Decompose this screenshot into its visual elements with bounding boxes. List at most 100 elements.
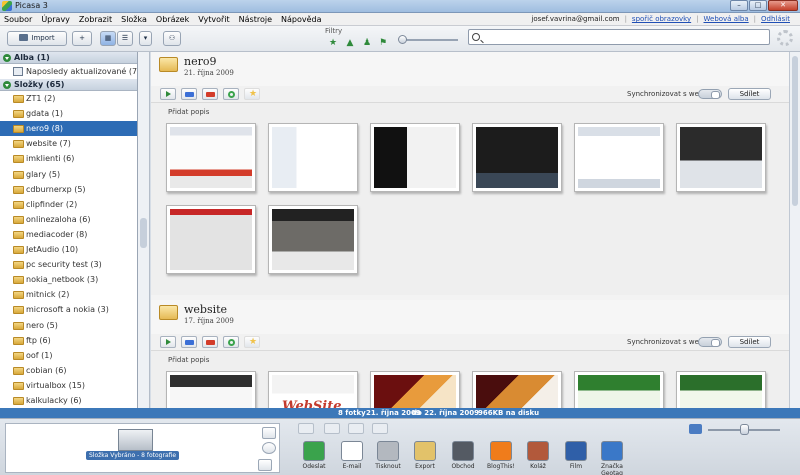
photo-thumbnail[interactable] (370, 123, 460, 192)
import-button[interactable]: Import (7, 31, 67, 46)
tray-tool-8[interactable]: Film (559, 441, 593, 470)
tray-tool-1[interactable]: Odeslat (297, 441, 331, 470)
photo-thumbnail[interactable] (166, 123, 256, 192)
rotate-ccw-button[interactable] (324, 423, 340, 434)
sidebar-album-item[interactable]: Naposledy aktualizované (7) (0, 64, 137, 79)
slideshow-button[interactable] (160, 336, 176, 348)
menu-zobrazit[interactable]: Zobrazit (79, 15, 112, 24)
rotate-left-button[interactable] (298, 423, 314, 434)
sidebar-folder-item[interactable]: mitnick (2) (0, 287, 137, 302)
filter-date-slider-track[interactable] (403, 39, 458, 41)
tray-tool-9[interactable]: Značka Geotag (595, 441, 629, 475)
sync-button[interactable] (223, 88, 239, 100)
tray-tool-2[interactable]: E-mail (335, 441, 369, 470)
photo-thumbnail[interactable] (574, 371, 664, 408)
sidebar-folder-item[interactable]: nero (5) (0, 318, 137, 333)
filter-date-slider-handle[interactable] (398, 35, 407, 44)
sidebar-folder-item[interactable]: JetAudio (10) (0, 242, 137, 257)
albums-section-header[interactable]: Alba (1) (0, 52, 137, 64)
star-button[interactable] (372, 423, 388, 434)
sidebar-folder-item[interactable]: imklienti (6) (0, 151, 137, 166)
sidebar-scrollbar-thumb[interactable] (140, 218, 147, 248)
sync-toggle[interactable] (698, 337, 722, 347)
sidebar-folder-item[interactable]: mediacoder (8) (0, 227, 137, 242)
sidebar-scrollbar[interactable] (138, 52, 150, 408)
sidebar-folder-item[interactable]: onlinezaloha (6) (0, 212, 137, 227)
photo-thumbnail[interactable] (370, 371, 460, 408)
photo-thumbnail[interactable] (166, 205, 256, 274)
main-scrollbar[interactable] (789, 52, 800, 408)
people-filter-icon[interactable]: ♟ (362, 38, 372, 48)
upload-button[interactable] (181, 88, 197, 100)
view-options-dropdown[interactable]: ▾ (139, 31, 152, 46)
sidebar-folder-item[interactable]: clipfinder (2) (0, 197, 137, 212)
slideshow-button[interactable] (160, 88, 176, 100)
tray-tool-7[interactable]: Koláž (521, 441, 555, 470)
menu-vytvorit[interactable]: Vytvořit (198, 15, 229, 24)
star-button[interactable]: ★ (244, 336, 260, 348)
sidebar-folder-item[interactable]: microsoft a nokia (3) (0, 302, 137, 317)
web-albums-link[interactable]: Webová alba (704, 15, 749, 23)
sidebar-folder-item[interactable]: nero9 (8) (0, 121, 137, 137)
photo-thumbnail[interactable] (268, 123, 358, 192)
menu-napoveda[interactable]: Nápověda (281, 15, 322, 24)
geotag-filter-icon[interactable]: ⚑ (378, 38, 388, 48)
blog-button[interactable] (202, 336, 218, 348)
folder-title[interactable]: website (184, 303, 227, 316)
share-button[interactable]: Sdílet (728, 336, 771, 348)
view-list-button[interactable]: ☰ (117, 31, 133, 46)
rotate-cw-button[interactable] (348, 423, 364, 434)
folder-title[interactable]: nero9 (184, 55, 216, 68)
sign-out-link[interactable]: Odhlásit (761, 15, 790, 23)
sidebar-folder-item[interactable]: ftp (6) (0, 333, 137, 348)
minimize-button[interactable]: – (730, 0, 748, 11)
photo-thumbnail[interactable] (166, 371, 256, 408)
menu-soubor[interactable]: Soubor (4, 15, 32, 24)
tray-tool-5[interactable]: Obchod (446, 441, 480, 470)
share-button[interactable]: Sdílet (728, 88, 771, 100)
view-thumbnails-button[interactable]: ▦ (100, 31, 116, 46)
menu-obrazek[interactable]: Obrázek (156, 15, 189, 24)
sync-toggle[interactable] (698, 89, 722, 99)
photo-thumbnail[interactable] (472, 123, 562, 192)
add-to-album-button[interactable]: + (72, 31, 92, 46)
clear-selection-button[interactable] (262, 442, 276, 454)
photo-thumbnail[interactable]: WebSite (268, 371, 358, 408)
maximize-button[interactable]: □ (749, 0, 767, 11)
people-button[interactable]: ⚇ (163, 31, 181, 46)
sidebar-folder-item[interactable]: virtualbox (15) (0, 378, 137, 393)
sidebar-folder-item[interactable]: cdburnerxp (5) (0, 182, 137, 197)
sidebar-folder-item[interactable]: kalkulacky (6) (0, 393, 137, 408)
upload-filter-icon[interactable]: ▲ (345, 38, 355, 48)
photo-thumbnail[interactable] (472, 371, 562, 408)
menu-nastroje[interactable]: Nástroje (239, 15, 272, 24)
photo-thumbnail[interactable] (676, 371, 766, 408)
screensaver-link[interactable]: spořič obrazovky (632, 15, 691, 23)
close-button[interactable]: ✕ (768, 0, 798, 11)
photo-thumbnail[interactable] (268, 205, 358, 274)
photo-thumbnail[interactable] (574, 123, 664, 192)
add-caption-link[interactable]: Přidat popis (151, 103, 789, 121)
sidebar-folder-item[interactable]: gdata (1) (0, 106, 137, 121)
search-input[interactable] (483, 31, 763, 43)
photo-thumbnail[interactable] (676, 123, 766, 192)
tray-tool-4[interactable]: Export (408, 441, 442, 470)
tray-tool-6[interactable]: BlogThis! (484, 441, 518, 470)
thumbnail-size-slider-handle[interactable] (740, 424, 749, 435)
blog-button[interactable] (202, 88, 218, 100)
add-caption-link[interactable]: Přidat popis (151, 351, 789, 369)
sidebar-folder-item[interactable]: glary (5) (0, 167, 137, 182)
sync-button[interactable] (223, 336, 239, 348)
sidebar-folder-item[interactable]: website (7) (0, 136, 137, 151)
hold-pin-button[interactable] (262, 427, 276, 439)
sidebar-folder-item[interactable]: oof (1) (0, 348, 137, 363)
star-button[interactable]: ★ (244, 88, 260, 100)
main-scrollbar-thumb[interactable] (792, 56, 798, 206)
sidebar-folder-item[interactable]: cobian (6) (0, 363, 137, 378)
tray-tool-3[interactable]: Tisknout (371, 441, 405, 470)
sidebar-folder-item[interactable]: ZT1 (2) (0, 91, 137, 106)
sidebar-folder-item[interactable]: pc security test (3) (0, 257, 137, 272)
star-filter-icon[interactable]: ★ (328, 38, 338, 48)
upload-button[interactable] (181, 336, 197, 348)
sidebar-folder-item[interactable]: nokia_netbook (3) (0, 272, 137, 287)
